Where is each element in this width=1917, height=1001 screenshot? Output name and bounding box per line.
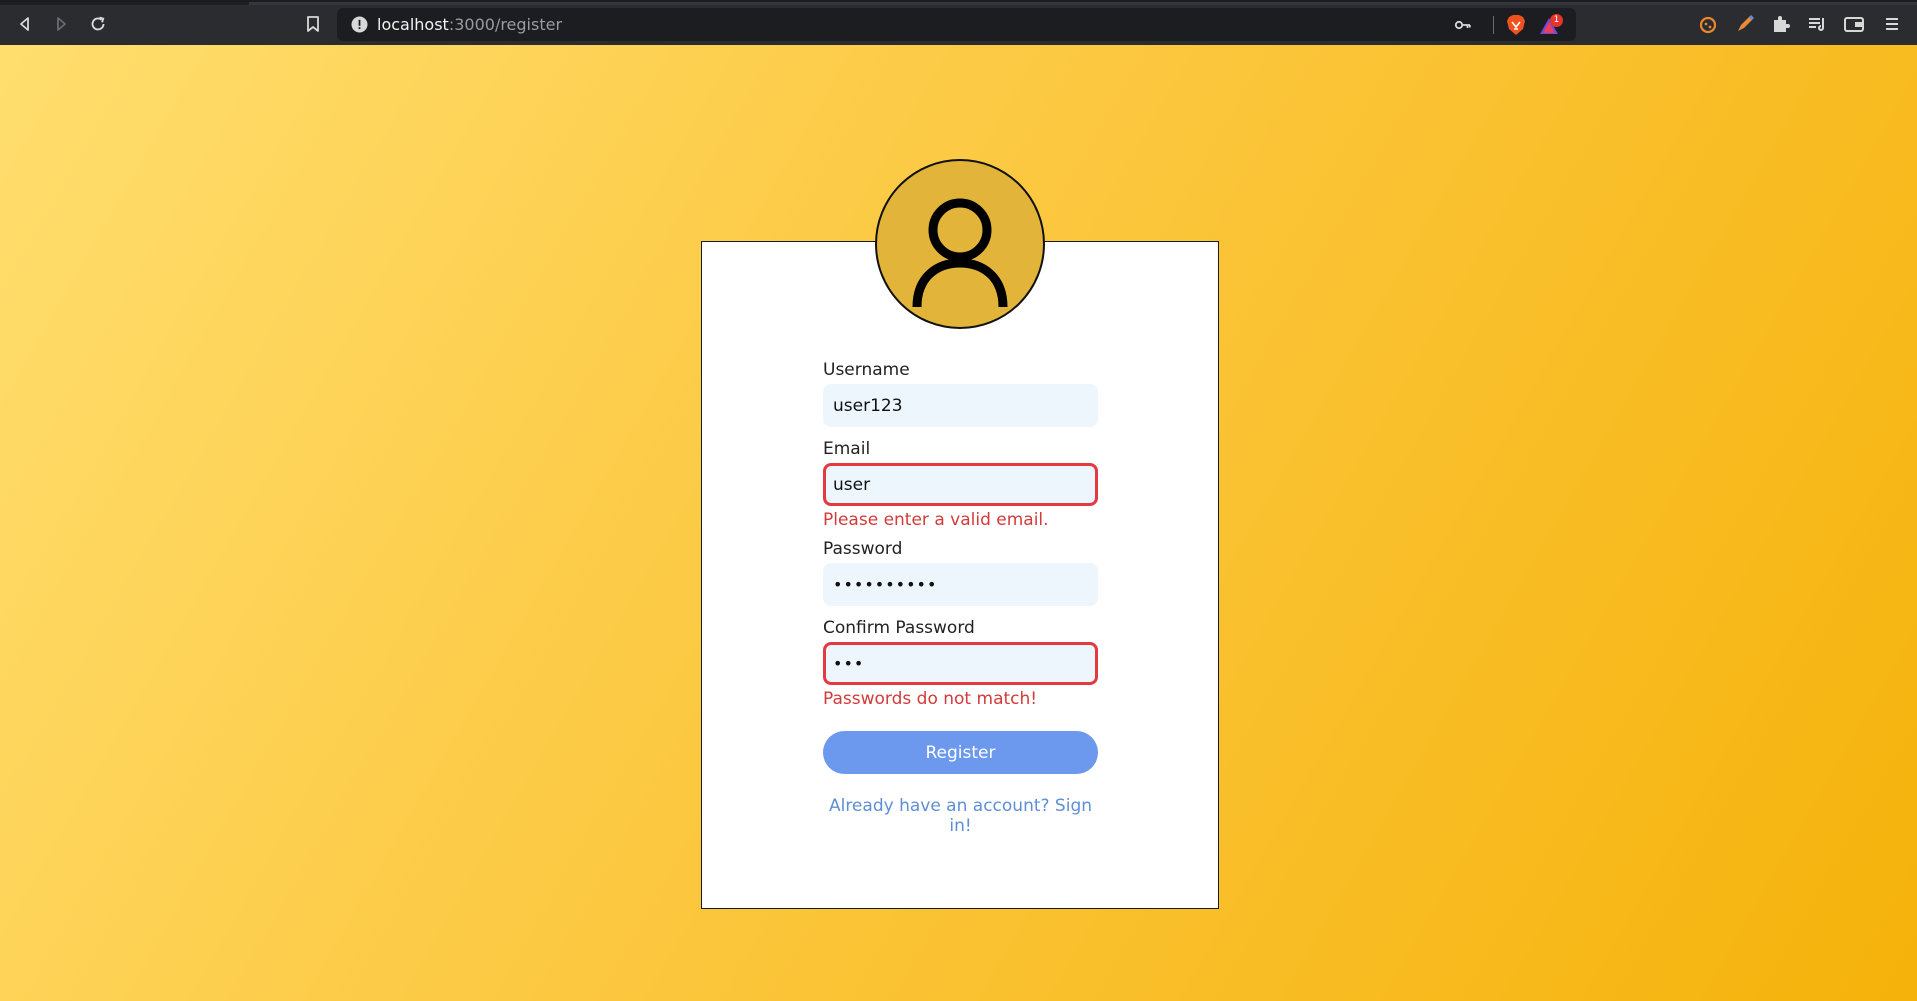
back-button[interactable] [11,10,39,38]
email-label: Email [823,439,871,459]
username-label: Username [823,360,910,380]
bookmark-button[interactable] [299,10,327,38]
url-path: :3000/register [448,15,563,34]
url-host: localhost [377,15,449,34]
forward-button[interactable] [47,10,75,38]
username-input[interactable] [823,384,1098,427]
page-viewport: Username Email Please enter a valid emai… [0,45,1917,1001]
email-input[interactable] [823,463,1098,506]
browser-toolbar: localhost:3000/register 1 [0,0,1917,45]
url-text[interactable]: localhost:3000/register [377,15,562,34]
confirm-password-input[interactable] [823,642,1098,685]
confirm-password-label: Confirm Password [823,618,975,638]
extension-cookie-icon[interactable] [1696,12,1720,36]
menu-icon[interactable] [1880,12,1904,36]
address-bar[interactable]: localhost:3000/register 1 [337,8,1576,41]
extensions-puzzle-icon[interactable] [1769,12,1793,36]
wallet-icon[interactable] [1842,12,1866,36]
brave-shields-icon[interactable] [1506,14,1526,36]
password-input[interactable] [823,563,1098,606]
user-icon [912,198,1008,307]
email-error: Please enter a valid email. [823,510,1049,530]
back-icon [20,17,29,31]
tab-strip-edge [0,2,1917,5]
register-button[interactable]: Register [823,731,1098,774]
notification-badge: 1 [1550,14,1563,27]
signin-link[interactable]: Already have an account? Sign in! [823,796,1098,836]
address-bar-divider [1493,16,1494,34]
site-info-icon[interactable] [351,16,368,33]
avatar [875,159,1045,329]
password-label: Password [823,539,903,559]
reload-button[interactable] [84,10,112,38]
forward-icon [57,17,66,31]
playlist-icon[interactable] [1805,12,1829,36]
bookmark-icon [307,16,319,32]
extension-pen-icon[interactable] [1733,12,1757,36]
register-form: Username Email Please enter a valid emai… [823,358,1098,836]
key-icon[interactable] [1454,16,1472,34]
reload-icon [91,16,105,31]
brave-rewards-button[interactable]: 1 [1538,14,1564,36]
confirm-password-error: Passwords do not match! [823,689,1038,709]
